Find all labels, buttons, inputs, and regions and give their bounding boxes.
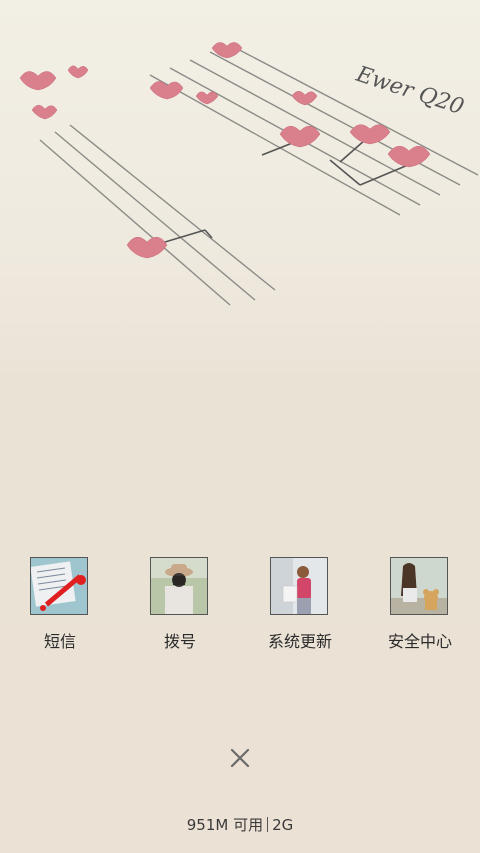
memory-available: 951M 可用 xyxy=(186,816,264,834)
clear-recent-apps-button[interactable] xyxy=(224,742,256,774)
recent-apps-row: 短信 拨号 系统更新 安全中心 xyxy=(0,557,480,657)
close-icon xyxy=(230,748,250,768)
memory-total: 2G xyxy=(272,816,294,834)
recent-app-label: 拨号 xyxy=(163,632,196,651)
recent-app-dialer[interactable]: 拨号 xyxy=(120,557,240,657)
recent-app-sms[interactable]: 短信 xyxy=(0,557,120,657)
recent-app-system-update[interactable]: 系统更新 xyxy=(240,557,360,657)
recent-app-label: 安全中心 xyxy=(387,632,452,651)
memory-divider xyxy=(267,817,269,832)
wallpaper-handwriting: Ewer Q20 xyxy=(352,62,467,121)
wallpaper: Ewer Q20 xyxy=(0,0,480,853)
security-center-thumbnail-icon xyxy=(390,557,448,615)
memory-status: 951M 可用 2G xyxy=(0,815,480,835)
recent-app-security-center[interactable]: 安全中心 xyxy=(360,557,480,657)
system-update-thumbnail-icon xyxy=(270,557,328,615)
recent-app-label: 系统更新 xyxy=(267,632,332,651)
sms-thumbnail-icon xyxy=(30,557,88,615)
recent-app-label: 短信 xyxy=(43,632,76,651)
wallpaper-illustration: Ewer Q20 xyxy=(19,42,479,306)
dialer-thumbnail-icon xyxy=(150,557,208,615)
